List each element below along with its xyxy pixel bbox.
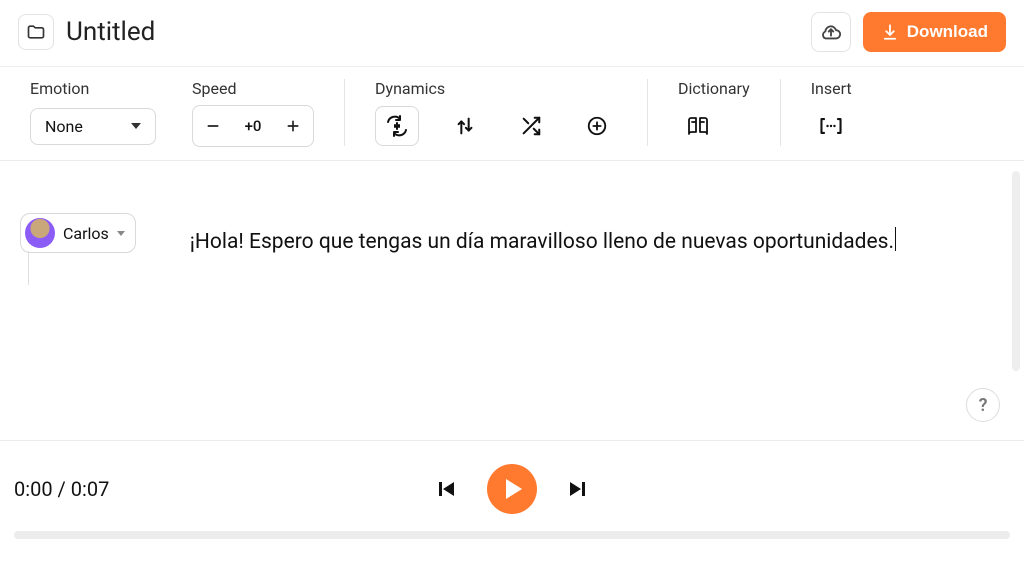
cloud-sync-button[interactable]	[811, 12, 851, 52]
speed-value: +0	[233, 117, 273, 135]
speed-increment-button[interactable]	[273, 106, 313, 146]
text-cursor	[895, 227, 896, 251]
script-text[interactable]: ¡Hola! Espero que tengas un día maravill…	[190, 227, 896, 254]
page-title[interactable]: Untitled	[66, 17, 155, 47]
dynamics-regenerate-button[interactable]	[375, 106, 419, 146]
time-total: 0:07	[71, 477, 110, 501]
regenerate-icon	[385, 114, 409, 138]
emotion-value: None	[45, 117, 83, 136]
toolbar: Emotion None Speed +0 Dynamics	[0, 66, 1024, 161]
separator	[344, 79, 345, 146]
dictionary-label: Dictionary	[678, 79, 750, 98]
player-row: 0:00 / 0:07	[14, 461, 1010, 517]
toolgroup-emotion: Emotion None	[30, 79, 156, 146]
prev-button[interactable]	[429, 472, 463, 506]
avatar	[25, 218, 55, 248]
time-current: 0:00	[14, 477, 53, 501]
brackets-icon	[818, 115, 844, 137]
editor-area[interactable]: Carlos ¡Hola! Espero que tengas un día m…	[0, 161, 1024, 441]
time-sep: /	[53, 477, 71, 501]
folder-icon	[26, 22, 46, 42]
insert-pause-button[interactable]	[811, 106, 851, 146]
pitch-icon	[454, 115, 476, 137]
folder-button[interactable]	[18, 14, 54, 50]
book-icon	[686, 114, 710, 138]
time-display: 0:00 / 0:07	[14, 477, 109, 501]
download-button-label: Download	[907, 22, 988, 42]
plus-circle-icon	[586, 115, 608, 137]
script-text-content: ¡Hola! Espero que tengas un día maravill…	[190, 230, 894, 254]
speed-label: Speed	[192, 79, 314, 98]
play-icon	[506, 479, 522, 499]
emotion-select[interactable]: None	[30, 108, 156, 145]
skip-previous-icon	[434, 477, 458, 501]
next-button[interactable]	[561, 472, 595, 506]
chevron-down-icon	[117, 231, 125, 236]
header-left: Untitled	[18, 14, 155, 50]
header-right: Download	[811, 12, 1006, 52]
dynamics-variation-button[interactable]	[511, 106, 551, 146]
line-guide	[28, 251, 29, 285]
skip-next-icon	[566, 477, 590, 501]
download-icon	[881, 23, 899, 41]
speed-stepper: +0	[192, 105, 314, 147]
shuffle-icon	[520, 115, 542, 137]
download-button[interactable]: Download	[863, 12, 1006, 52]
player-controls	[429, 464, 595, 514]
toolgroup-insert: Insert	[811, 79, 852, 146]
insert-label: Insert	[811, 79, 852, 98]
separator	[780, 79, 781, 146]
dynamics-add-button[interactable]	[577, 106, 617, 146]
help-icon: ?	[979, 395, 988, 416]
cloud-upload-icon	[820, 21, 842, 43]
toolgroup-dynamics: Dynamics	[375, 79, 617, 146]
toolgroup-dictionary: Dictionary	[678, 79, 750, 146]
play-button[interactable]	[487, 464, 537, 514]
progress-bar[interactable]	[14, 531, 1010, 539]
chevron-down-icon	[131, 123, 141, 129]
speaker-name: Carlos	[63, 224, 109, 243]
help-button[interactable]: ?	[966, 388, 1000, 422]
scrollbar[interactable]	[1012, 171, 1020, 371]
emotion-label: Emotion	[30, 79, 156, 98]
separator	[647, 79, 648, 146]
toolgroup-speed: Speed +0	[192, 79, 314, 146]
dynamics-label: Dynamics	[375, 79, 617, 98]
dynamics-pitch-button[interactable]	[445, 106, 485, 146]
player: 0:00 / 0:07	[0, 441, 1024, 539]
header: Untitled Download	[0, 0, 1024, 66]
speaker-chip[interactable]: Carlos	[20, 213, 136, 253]
speed-decrement-button[interactable]	[193, 106, 233, 146]
dictionary-button[interactable]	[678, 106, 718, 146]
